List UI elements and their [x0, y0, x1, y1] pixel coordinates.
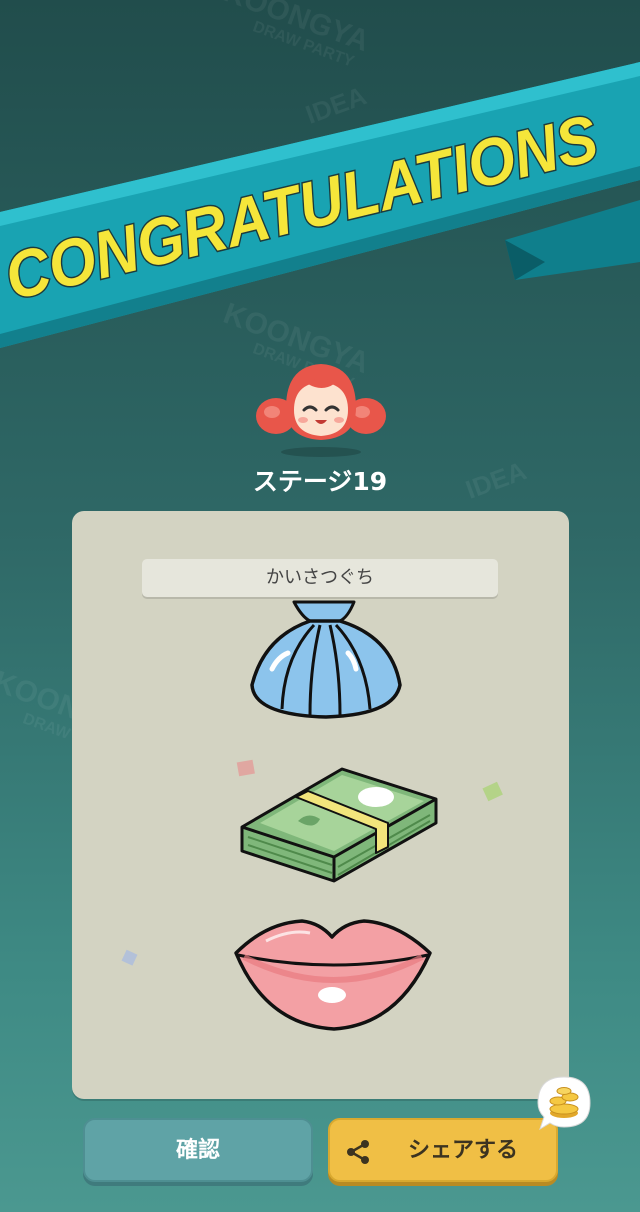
confetti-piece: [482, 781, 503, 802]
shell-icon: [250, 600, 402, 719]
coin-reward-icon: [537, 1076, 591, 1131]
money-bundle-icon: [240, 767, 438, 883]
congratulations-banner: CONGRATULATIONS: [0, 62, 640, 348]
koongya-character-icon: [256, 364, 386, 457]
stage-label: ステージ19: [252, 467, 388, 496]
answer-word: かいさつぐち: [142, 559, 498, 597]
share-button[interactable]: シェアする: [328, 1118, 558, 1182]
drawing-panel: かいさつぐち: [72, 511, 569, 1099]
share-button-label: シェアする: [407, 1138, 518, 1163]
confetti-piece: [121, 949, 138, 966]
share-icon: [347, 1140, 369, 1164]
lips-icon: [234, 919, 432, 1031]
confirm-button[interactable]: 確認: [83, 1118, 313, 1182]
